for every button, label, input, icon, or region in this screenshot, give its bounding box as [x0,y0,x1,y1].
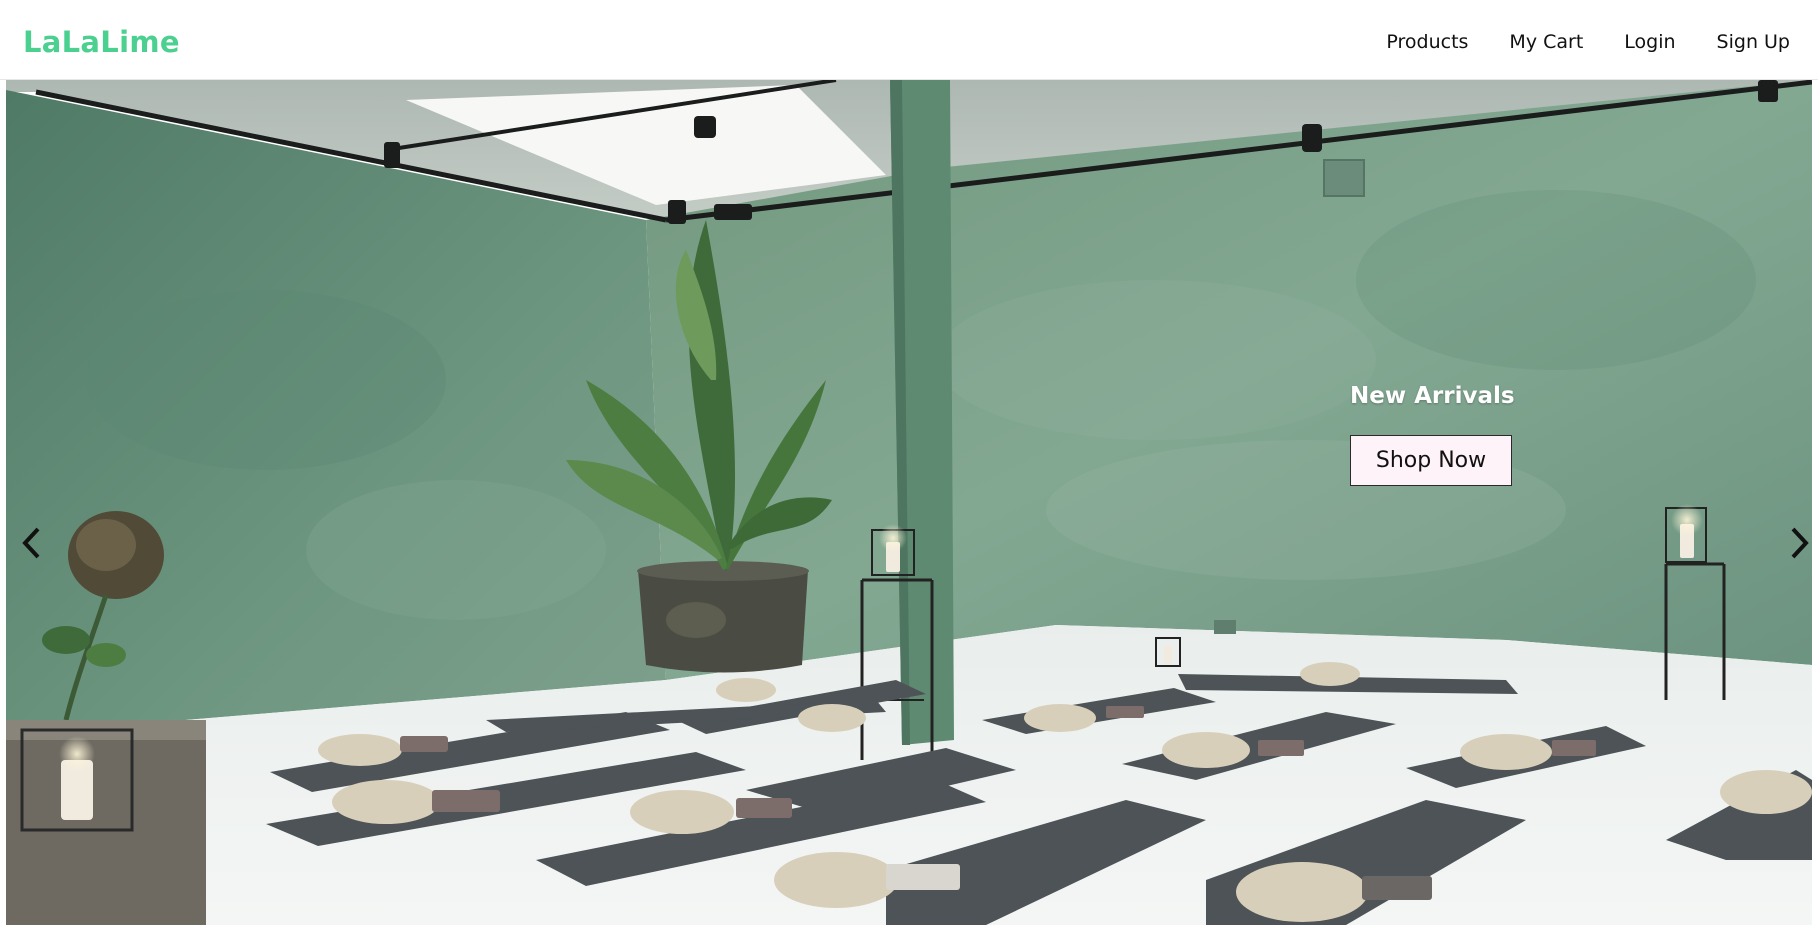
chevron-left-icon [22,527,40,559]
hero-title: New Arrivals [1350,383,1515,409]
hero-carousel: New Arrivals Shop Now [6,80,1812,925]
carousel-next-button[interactable] [1785,523,1812,563]
carousel-prev-button[interactable] [16,523,46,563]
brand-logo[interactable]: LaLaLime [23,25,180,59]
nav-links: Products My Cart Login Sign Up [1386,31,1790,53]
nav-login-link[interactable]: Login [1624,31,1675,53]
nav-my-cart-link[interactable]: My Cart [1509,31,1583,53]
nav-sign-up-link[interactable]: Sign Up [1717,31,1790,53]
hero-caption: New Arrivals Shop Now [1350,383,1515,486]
nav-products-link[interactable]: Products [1386,31,1468,53]
chevron-right-icon [1791,527,1809,559]
navbar: LaLaLime Products My Cart Login Sign Up [0,0,1818,80]
hero-image [6,80,1812,925]
shop-now-button[interactable]: Shop Now [1350,435,1512,486]
